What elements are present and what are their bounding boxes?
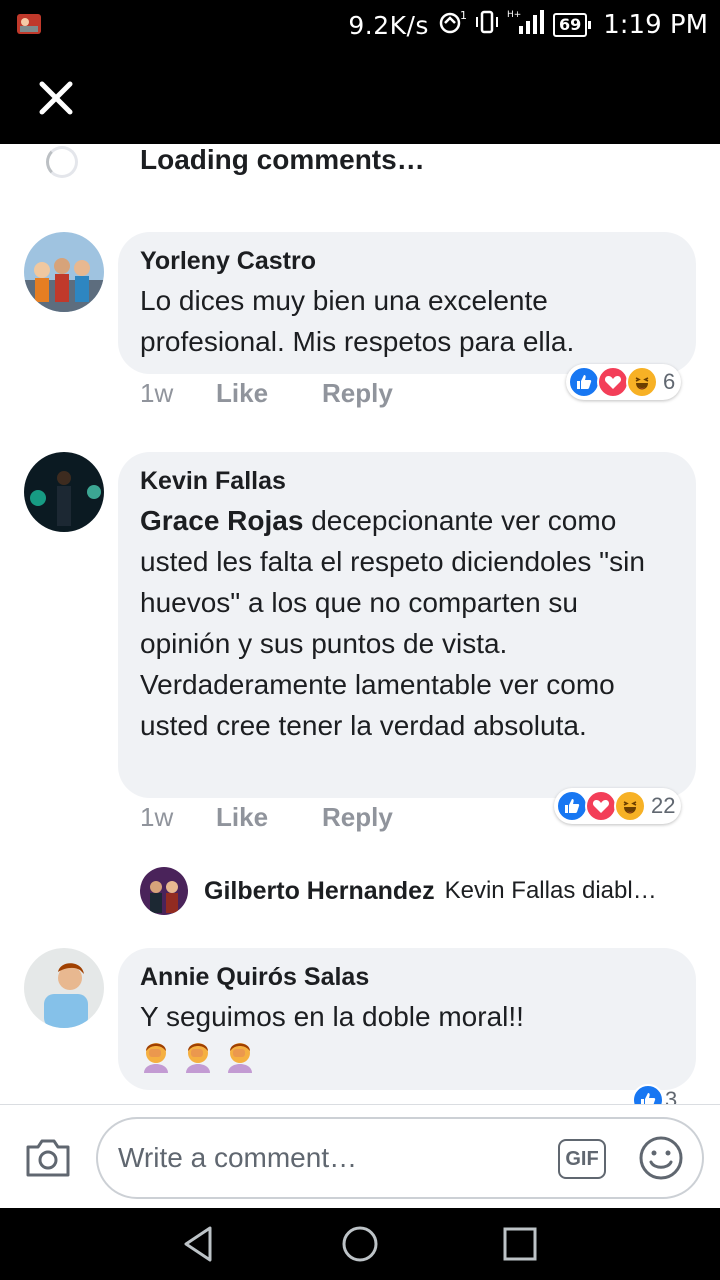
- comment-author[interactable]: Yorleny Castro: [140, 246, 674, 276]
- sticker-button[interactable]: [638, 1135, 684, 1181]
- emoji-row: [140, 1039, 674, 1078]
- reply-author[interactable]: Gilberto Hernandez: [204, 877, 435, 906]
- comment-actions: 1w Like Reply: [140, 802, 447, 833]
- comment-bubble[interactable]: Annie Quirós Salas Y seguimos en la dobl…: [118, 948, 696, 1090]
- sync-icon: 1: [437, 9, 467, 41]
- like-icon: [568, 366, 600, 398]
- facepalm-icon: [140, 1039, 172, 1078]
- avatar[interactable]: [24, 232, 104, 312]
- home-button[interactable]: [340, 1224, 380, 1264]
- recents-button[interactable]: [500, 1224, 540, 1264]
- love-icon: [597, 366, 629, 398]
- comment-time: 1w: [140, 802, 174, 832]
- reactions-summary[interactable]: 6: [566, 364, 682, 400]
- status-bar: 9.2K/s 1 H+ 69 1:19 PM: [0, 0, 720, 50]
- haha-icon: [614, 790, 646, 822]
- system-nav-bar: [0, 1208, 720, 1280]
- love-icon: [585, 790, 617, 822]
- comment-input-wrapper[interactable]: GIF: [96, 1117, 704, 1199]
- reaction-count: 6: [663, 369, 676, 394]
- close-icon: [39, 81, 73, 115]
- back-button[interactable]: [180, 1224, 220, 1264]
- facepalm-icon: [182, 1039, 214, 1078]
- home-icon: [342, 1226, 378, 1262]
- haha-icon: [626, 366, 658, 398]
- comment-text-body: decepcionante ver como usted les falta e…: [140, 505, 645, 741]
- comment-text: Grace Rojas decepcionante ver como usted…: [140, 500, 674, 746]
- comment-input[interactable]: [116, 1135, 540, 1181]
- comment-time: 1w: [140, 378, 174, 408]
- gif-button[interactable]: GIF: [558, 1139, 606, 1179]
- recents-icon: [503, 1227, 537, 1261]
- reply-button[interactable]: Reply: [322, 378, 393, 409]
- network-speed: 9.2K/s: [348, 10, 429, 40]
- comment-actions: 1w Like Reply: [140, 378, 447, 409]
- comment-text: Y seguimos en la doble moral!!: [140, 1001, 524, 1032]
- reactions-summary[interactable]: 3: [630, 1082, 683, 1104]
- reaction-count: 3: [665, 1087, 678, 1104]
- reply-button[interactable]: Reply: [322, 802, 393, 833]
- comments-list[interactable]: Loading comments… Yorleny Castro Lo dice…: [0, 144, 720, 1104]
- loading-row: Loading comments…: [0, 144, 720, 184]
- camera-icon: [26, 1139, 70, 1177]
- vibrate-icon: [475, 9, 499, 41]
- reply-snippet: Kevin Fallas diabl…: [444, 877, 657, 904]
- loading-text: Loading comments…: [140, 144, 425, 175]
- reaction-count: 22: [651, 793, 676, 818]
- reply-preview[interactable]: Gilberto Hernandez Kevin Fallas diabl…: [140, 866, 657, 916]
- mention-tag[interactable]: Grace Rojas: [140, 505, 303, 536]
- app-notification-icon: [16, 12, 42, 36]
- comment-composer: GIF: [0, 1104, 720, 1209]
- camera-button[interactable]: [24, 1135, 72, 1179]
- battery-level: 69: [552, 13, 588, 37]
- battery-icon: 69: [552, 13, 592, 37]
- svg-text:H+: H+: [507, 10, 521, 20]
- smiley-icon: [639, 1136, 683, 1180]
- avatar[interactable]: [140, 867, 188, 915]
- like-icon: [556, 790, 588, 822]
- loading-spinner-icon: [46, 146, 78, 178]
- avatar[interactable]: [24, 948, 104, 1028]
- comment-author[interactable]: Annie Quirós Salas: [140, 962, 674, 992]
- back-icon: [184, 1226, 212, 1262]
- comment-author[interactable]: Kevin Fallas: [140, 466, 674, 496]
- reactions-summary[interactable]: 22: [554, 788, 682, 824]
- comment-bubble[interactable]: Kevin Fallas Grace Rojas decepcionante v…: [118, 452, 696, 798]
- comment-text: Lo dices muy bien una excelente profesio…: [140, 285, 575, 357]
- clock: 1:19 PM: [603, 10, 708, 40]
- facepalm-icon: [224, 1039, 256, 1078]
- svg-text:1: 1: [460, 9, 467, 22]
- close-button[interactable]: [36, 78, 76, 118]
- like-icon: [632, 1084, 664, 1104]
- avatar[interactable]: [24, 452, 104, 532]
- like-button[interactable]: Like: [216, 378, 268, 409]
- top-bar: [0, 50, 720, 144]
- signal-icon: H+: [507, 8, 545, 42]
- like-button[interactable]: Like: [216, 802, 268, 833]
- comment-bubble[interactable]: Yorleny Castro Lo dices muy bien una exc…: [118, 232, 696, 374]
